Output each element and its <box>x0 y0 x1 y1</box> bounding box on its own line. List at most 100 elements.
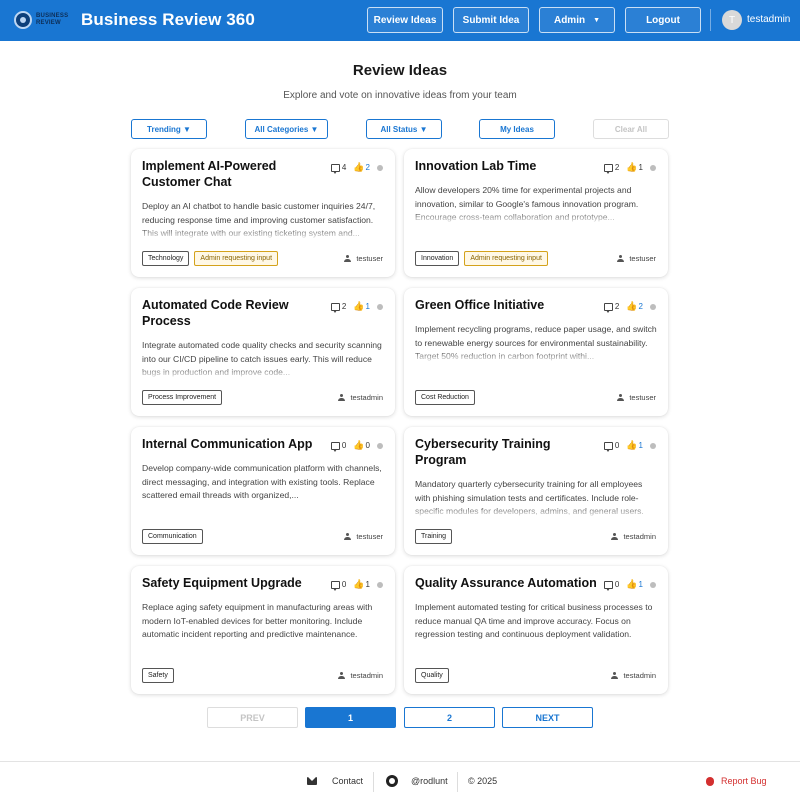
person-icon <box>617 255 625 262</box>
next-page-button[interactable]: NEXT <box>502 707 593 728</box>
thumbs-up-icon[interactable]: 👍 <box>626 440 637 451</box>
idea-title: Safety Equipment Upgrade <box>142 576 302 590</box>
thumbs-up-icon[interactable]: 👍 <box>353 579 364 590</box>
report-bug-link[interactable]: Report Bug <box>721 776 767 786</box>
idea-card[interactable]: Quality Assurance Automation 0 👍 1 Imple… <box>404 566 668 694</box>
status-dot <box>377 581 383 588</box>
contact-link[interactable]: Contact <box>332 776 363 786</box>
author-name: testuser <box>629 254 656 263</box>
idea-description: Develop company-wide communication platf… <box>142 463 382 500</box>
idea-stats: 0 👍 1 <box>330 579 383 591</box>
person-icon <box>338 394 346 401</box>
idea-author: testadmin <box>338 393 383 402</box>
comment-icon <box>603 163 613 174</box>
submit-idea-button[interactable]: Submit Idea <box>453 7 529 33</box>
idea-card[interactable]: Safety Equipment Upgrade 0 👍 1 Replace a… <box>131 566 395 694</box>
idea-card[interactable]: Innovation Lab Time 2 👍 1 Allow develope… <box>404 149 668 277</box>
idea-description: Deploy an AI chatbot to handle basic cus… <box>142 200 386 240</box>
idea-tags: Safety <box>142 668 179 683</box>
thumbs-up-icon[interactable]: 👍 <box>626 162 637 173</box>
logo-text: BUSINESS REVIEW <box>36 13 68 27</box>
prev-page-button[interactable]: PREV <box>207 707 298 728</box>
author-name: testuser <box>356 532 383 541</box>
comment-icon <box>330 580 340 591</box>
author-name: testuser <box>356 254 383 263</box>
category-filter-dropdown[interactable]: All Categories ▼ <box>245 119 328 139</box>
idea-card[interactable]: Implement AI-Powered Customer Chat 4 👍 2… <box>131 149 395 277</box>
author-name: testadmin <box>350 393 383 402</box>
idea-card[interactable]: Internal Communication App 0 👍 0 Develop… <box>131 427 395 555</box>
page-subtitle: Explore and vote on innovative ideas fro… <box>283 90 517 101</box>
logout-button[interactable]: Logout <box>625 7 701 33</box>
idea-description: Implement automated testing for critical… <box>415 602 653 639</box>
admin-request-badge: Admin requesting input <box>464 251 548 266</box>
clear-all-button[interactable]: Clear All <box>593 119 669 139</box>
app-logo[interactable]: BUSINESS REVIEW <box>14 9 68 31</box>
status-dot <box>377 442 383 449</box>
idea-card[interactable]: Automated Code Review Process 2 👍 1 Inte… <box>131 288 395 416</box>
footer: Contact @rodlunt © 2025 Report Bug <box>0 761 800 800</box>
comment-count: 0 <box>341 580 347 589</box>
copyright-text: © 2025 <box>468 776 498 786</box>
person-icon <box>344 255 352 262</box>
category-tag: Training <box>415 529 453 544</box>
thumbs-up-icon[interactable]: 👍 <box>353 301 364 312</box>
idea-title: Internal Communication App <box>142 437 313 451</box>
comment-icon <box>330 302 340 313</box>
user-avatar[interactable]: T <box>722 10 742 30</box>
logo-text-line1: BUSINESS <box>36 13 69 19</box>
admin-menu-label: Admin <box>553 14 586 26</box>
admin-request-badge: Admin requesting input <box>194 251 279 266</box>
footer-divider <box>373 772 374 792</box>
like-count: 1 <box>638 580 643 589</box>
sort-filter-dropdown[interactable]: Trending ▼ <box>131 119 207 139</box>
page-2-button[interactable]: 2 <box>404 707 495 728</box>
person-icon <box>617 394 625 401</box>
thumbs-up-icon[interactable]: 👍 <box>626 301 637 312</box>
idea-card[interactable]: Green Office Initiative 2 👍 2 Implement … <box>404 288 668 416</box>
category-tag: Cost Reduction <box>415 390 475 405</box>
person-icon <box>611 672 619 679</box>
author-name: testadmin <box>623 671 656 680</box>
thumbs-up-icon[interactable]: 👍 <box>353 440 364 451</box>
mail-icon[interactable] <box>307 777 317 785</box>
idea-description: Mandatory quarterly cybersecurity traini… <box>415 478 659 518</box>
like-count: 0 <box>365 441 370 450</box>
comment-icon <box>330 441 340 452</box>
bug-icon[interactable] <box>706 777 714 786</box>
my-ideas-button[interactable]: My Ideas <box>479 119 555 139</box>
review-ideas-button[interactable]: Review Ideas <box>367 7 443 33</box>
status-filter-dropdown[interactable]: All Status ▼ <box>366 119 442 139</box>
like-count: 2 <box>365 163 370 172</box>
comment-count: 2 <box>614 302 620 311</box>
idea-stats: 0 👍 0 <box>330 440 383 452</box>
idea-stats: 2 👍 2 <box>603 301 656 313</box>
page-1-button[interactable]: 1 <box>305 707 396 728</box>
logo-text-line2: REVIEW <box>36 20 61 26</box>
comment-icon <box>603 302 613 313</box>
idea-card[interactable]: Cybersecurity Training Program 0 👍 1 Man… <box>404 427 668 555</box>
like-count: 1 <box>638 441 643 450</box>
username-label[interactable]: testadmin <box>747 14 790 25</box>
author-name: testadmin <box>350 671 383 680</box>
github-handle-link[interactable]: @rodlunt <box>411 776 448 786</box>
person-icon <box>344 533 352 540</box>
app-title[interactable]: Business Review 360 <box>81 10 255 30</box>
person-icon <box>611 533 619 540</box>
category-tag: Process Improvement <box>142 390 223 405</box>
github-icon[interactable] <box>386 775 398 787</box>
admin-menu-button[interactable]: Admin ▼ <box>539 7 615 33</box>
idea-author: testuser <box>617 254 656 263</box>
thumbs-up-icon[interactable]: 👍 <box>626 579 637 590</box>
like-count: 1 <box>638 163 643 172</box>
thumbs-up-icon[interactable]: 👍 <box>353 162 364 173</box>
category-tag: Safety <box>142 668 174 683</box>
idea-stats: 0 👍 1 <box>603 579 656 591</box>
comment-icon <box>603 580 613 591</box>
idea-title: Green Office Initiative <box>415 298 545 312</box>
idea-stats: 0 👍 1 <box>603 440 656 452</box>
idea-description: Replace aging safety equipment in manufa… <box>142 602 373 639</box>
idea-author: testadmin <box>611 532 656 541</box>
idea-description: Integrate automated code quality checks … <box>142 339 386 379</box>
idea-title: Implement AI-Powered Customer Chat <box>142 159 277 189</box>
